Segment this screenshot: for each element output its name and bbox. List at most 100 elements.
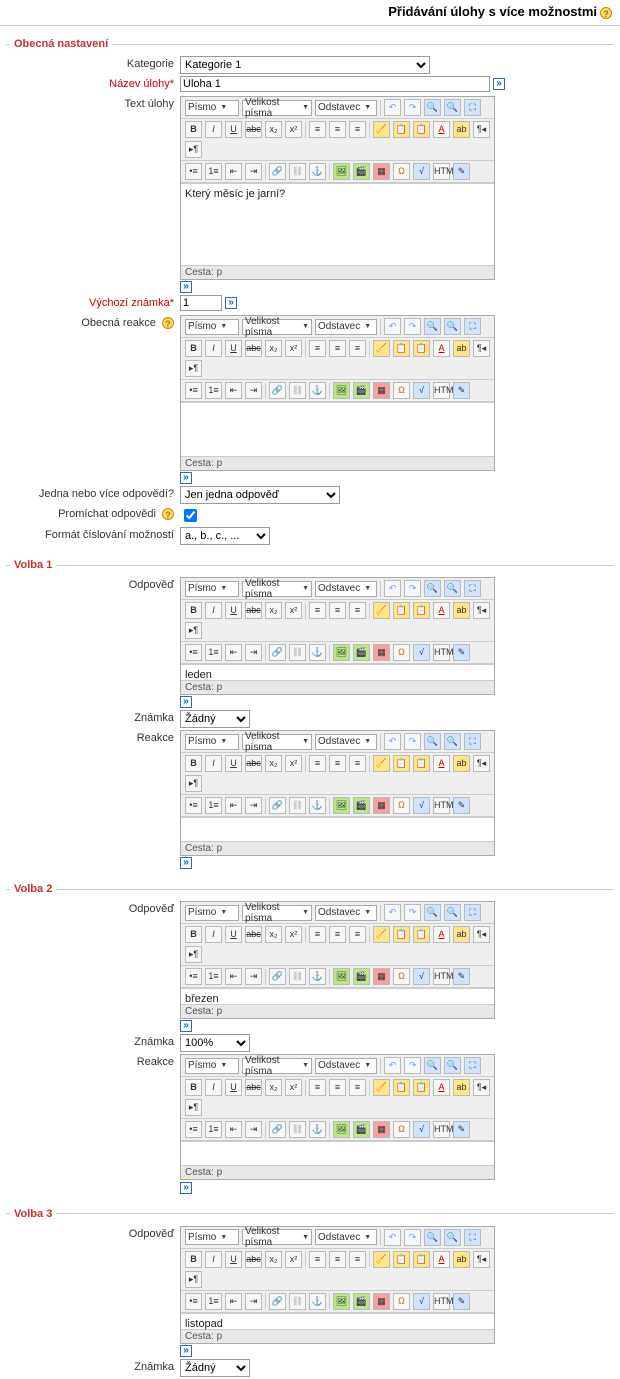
unlink-icon[interactable]: ⛓ xyxy=(289,382,306,399)
editor-content-area[interactable]: Který měsíc je jarní? xyxy=(181,183,494,265)
adv-toggle-icon[interactable] xyxy=(180,696,192,708)
pasteword-icon[interactable]: 📋 xyxy=(413,755,430,772)
sup-icon[interactable]: x² xyxy=(285,755,302,772)
style-icon[interactable]: ✎ xyxy=(453,163,470,180)
indent-icon[interactable]: ⇥ xyxy=(245,644,262,661)
style-icon[interactable]: ✎ xyxy=(453,382,470,399)
unlink-icon[interactable]: ⛓ xyxy=(289,968,306,985)
replace-icon[interactable]: 🔍 xyxy=(444,733,461,750)
anchor-icon[interactable]: ⚓ xyxy=(309,644,326,661)
html-icon[interactable]: HTML xyxy=(433,382,450,399)
anchor-icon[interactable]: ⚓ xyxy=(309,1293,326,1310)
help-icon[interactable]: ? xyxy=(162,317,174,329)
help-icon[interactable]: ? xyxy=(600,7,612,19)
adv-toggle-icon[interactable] xyxy=(180,281,192,293)
clean-icon[interactable]: 🧹 xyxy=(373,926,390,943)
replace-icon[interactable]: 🔍 xyxy=(444,318,461,335)
align-center-icon[interactable]: ≡ xyxy=(329,755,346,772)
find-icon[interactable]: 🔍 xyxy=(424,99,441,116)
fullscreen-icon[interactable]: ⛶ xyxy=(464,1057,481,1074)
sup-icon[interactable]: x² xyxy=(285,926,302,943)
fullscreen-icon[interactable]: ⛶ xyxy=(464,318,481,335)
equation-icon[interactable]: √ xyxy=(413,382,430,399)
toolbar-format-select[interactable]: Odstavec▼ xyxy=(315,905,377,921)
align-left-icon[interactable]: ≡ xyxy=(309,340,326,357)
anchor-icon[interactable]: ⚓ xyxy=(309,797,326,814)
redo-icon[interactable]: ↷ xyxy=(404,733,421,750)
toolbar-size-select[interactable]: Velikost písma▼ xyxy=(242,100,312,116)
textcolor-icon[interactable]: A xyxy=(433,755,450,772)
toolbar-font-select[interactable]: Písmo▼ xyxy=(185,1058,239,1074)
redo-icon[interactable]: ↷ xyxy=(404,1057,421,1074)
input-default-grade[interactable] xyxy=(180,295,222,311)
link-icon[interactable]: 🔗 xyxy=(269,163,286,180)
embed-icon[interactable]: ▦ xyxy=(373,968,390,985)
equation-icon[interactable]: √ xyxy=(413,968,430,985)
italic-icon[interactable]: I xyxy=(205,602,222,619)
align-center-icon[interactable]: ≡ xyxy=(329,340,346,357)
underline-icon[interactable]: U xyxy=(225,1251,242,1268)
clean-icon[interactable]: 🧹 xyxy=(373,602,390,619)
anchor-icon[interactable]: ⚓ xyxy=(309,968,326,985)
indent-icon[interactable]: ⇥ xyxy=(245,968,262,985)
html-icon[interactable]: HTML xyxy=(433,644,450,661)
rtl-icon[interactable]: ▸¶ xyxy=(185,360,202,377)
bold-icon[interactable]: B xyxy=(185,121,202,138)
link-icon[interactable]: 🔗 xyxy=(269,1293,286,1310)
ltr-icon[interactable]: ¶◂ xyxy=(473,755,490,772)
outdent-icon[interactable]: ⇤ xyxy=(225,163,242,180)
undo-icon[interactable]: ↶ xyxy=(384,733,401,750)
redo-icon[interactable]: ↷ xyxy=(404,318,421,335)
html-icon[interactable]: HTML xyxy=(433,797,450,814)
equation-icon[interactable]: √ xyxy=(413,163,430,180)
textcolor-icon[interactable]: A xyxy=(433,1251,450,1268)
replace-icon[interactable]: 🔍 xyxy=(444,99,461,116)
outdent-icon[interactable]: ⇤ xyxy=(225,797,242,814)
undo-icon[interactable]: ↶ xyxy=(384,318,401,335)
textcolor-icon[interactable]: A xyxy=(433,602,450,619)
html-icon[interactable]: HTML xyxy=(433,163,450,180)
underline-icon[interactable]: U xyxy=(225,926,242,943)
omega-icon[interactable]: Ω xyxy=(393,1293,410,1310)
ol-icon[interactable]: 1≡ xyxy=(205,797,222,814)
outdent-icon[interactable]: ⇤ xyxy=(225,1121,242,1138)
bold-icon[interactable]: B xyxy=(185,340,202,357)
toolbar-font-select[interactable]: Písmo▼ xyxy=(185,100,239,116)
fullscreen-icon[interactable]: ⛶ xyxy=(464,1229,481,1246)
find-icon[interactable]: 🔍 xyxy=(424,1229,441,1246)
clean-icon[interactable]: 🧹 xyxy=(373,1079,390,1096)
adv-toggle-icon[interactable] xyxy=(180,1182,192,1194)
toolbar-format-select[interactable]: Odstavec▼ xyxy=(315,581,377,597)
undo-icon[interactable]: ↶ xyxy=(384,904,401,921)
editor-content-area[interactable]: listopad xyxy=(181,1313,494,1329)
toolbar-font-select[interactable]: Písmo▼ xyxy=(185,734,239,750)
indent-icon[interactable]: ⇥ xyxy=(245,797,262,814)
sub-icon[interactable]: x₂ xyxy=(265,1251,282,1268)
italic-icon[interactable]: I xyxy=(205,1079,222,1096)
undo-icon[interactable]: ↶ xyxy=(384,580,401,597)
style-icon[interactable]: ✎ xyxy=(453,644,470,661)
fullscreen-icon[interactable]: ⛶ xyxy=(464,904,481,921)
bgcolor-icon[interactable]: ab xyxy=(453,602,470,619)
link-icon[interactable]: 🔗 xyxy=(269,382,286,399)
ul-icon[interactable]: •≡ xyxy=(185,968,202,985)
replace-icon[interactable]: 🔍 xyxy=(444,580,461,597)
find-icon[interactable]: 🔍 xyxy=(424,733,441,750)
media-icon[interactable]: 🎬 xyxy=(353,382,370,399)
clean-icon[interactable]: 🧹 xyxy=(373,121,390,138)
align-center-icon[interactable]: ≡ xyxy=(329,926,346,943)
omega-icon[interactable]: Ω xyxy=(393,797,410,814)
select-category[interactable]: Kategorie 1 xyxy=(180,56,430,74)
align-right-icon[interactable]: ≡ xyxy=(349,755,366,772)
toolbar-size-select[interactable]: Velikost písma▼ xyxy=(242,581,312,597)
underline-icon[interactable]: U xyxy=(225,340,242,357)
indent-icon[interactable]: ⇥ xyxy=(245,1293,262,1310)
paste-icon[interactable]: 📋 xyxy=(393,755,410,772)
sub-icon[interactable]: x₂ xyxy=(265,602,282,619)
select-one-or-many[interactable]: Jen jedna odpověď xyxy=(180,486,340,504)
link-icon[interactable]: 🔗 xyxy=(269,644,286,661)
rtl-icon[interactable]: ▸¶ xyxy=(185,775,202,792)
fullscreen-icon[interactable]: ⛶ xyxy=(464,99,481,116)
bgcolor-icon[interactable]: ab xyxy=(453,755,470,772)
find-icon[interactable]: 🔍 xyxy=(424,904,441,921)
